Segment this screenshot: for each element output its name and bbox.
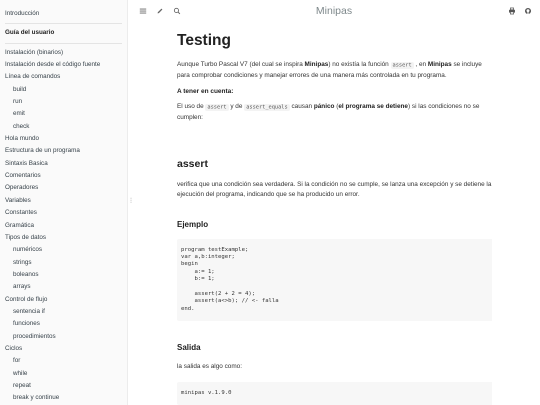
sidebar-item[interactable]: Constantes [0,207,127,219]
sidebar-item[interactable]: build [0,84,127,96]
note-text-2: y de [228,103,245,111]
sidebar-divider [5,23,122,25]
sidebar-item[interactable]: emit [0,108,127,120]
sidebar-item[interactable]: Gramática [0,220,127,232]
github-icon [524,7,532,15]
note-bold-2: el programa se detiene [338,103,408,111]
main-content: Testing Aunque Turbo Pascal V7 (del cual… [177,30,492,405]
note-paragraph: El uso de assert y de assert_equals caus… [177,102,492,122]
sidebar-item[interactable]: repeat [0,380,127,392]
sidebar-item[interactable]: check [0,121,127,133]
print-icon [509,7,515,15]
sidebar-item[interactable]: for [0,355,127,367]
sidebar-item[interactable]: while [0,368,127,380]
intro-code-assert: assert [390,61,414,69]
note-bold-1: pánico [313,103,335,111]
note-text-1: El uso de [177,103,206,111]
sidebar-item[interactable]: procedimientos [0,331,127,343]
sidebar-item[interactable]: Variables [0,195,127,207]
sidebar-item[interactable]: numéricos [0,244,127,256]
sidebar-item[interactable]: Instalación (binarios) [0,47,127,59]
sidebar-item[interactable]: sentencia if [0,306,127,318]
sidebar-item[interactable]: Operadores [0,182,127,194]
note-heading: A tener en cuenta: [177,88,234,96]
intro-bold-1: Minipas [304,61,329,68]
sidebar-item[interactable]: Introducción [0,8,127,20]
sidebar-divider [5,42,122,44]
sidebar-item[interactable]: Tipos de datos [0,232,127,244]
output-description: la salida es algo como: [177,363,243,371]
book-title: Minipas [315,5,353,17]
sidebar-item[interactable]: boleanos [0,269,127,281]
output-code-block: minipas v.1.9.0 [177,381,492,405]
header-bar: Minipas [128,0,540,22]
example-heading: Ejemplo [177,219,209,229]
sidebar-item[interactable]: Control de flujo [0,294,127,306]
sidebar-item[interactable]: Hola mundo [0,133,127,145]
intro-bold-2: Minipas [427,61,452,68]
github-link[interactable] [521,4,535,18]
output-heading: Salida [177,343,201,353]
sidebar-item[interactable]: arrays [0,281,127,293]
example-code-block: program testExample; var a,b:integer; be… [177,238,492,322]
intro-text-2: ) no existía la función [328,61,391,68]
assert-description: verifica que una condición sea verdadera… [177,181,492,198]
note-code-assert: assert [205,103,229,111]
sidebar-item[interactable]: Sintaxis Basica [0,158,127,170]
sidebar-item[interactable]: Ciclos [0,343,127,355]
assert-heading: assert [177,158,208,171]
sidebar-list: Introducción Guía del usuario Instalación … [0,0,127,405]
page-title: Testing [177,32,231,49]
sidebar: Introducción Guía del usuario Instalación … [0,0,128,405]
sidebar-item[interactable]: run [0,96,127,108]
intro-text-1: Aunque Turbo Pascal V7 (del cual se insp… [177,61,305,68]
sidebar-item[interactable]: Estructura de un programa [0,145,127,157]
intro-text-3: , en [413,61,428,68]
print-button[interactable] [505,4,519,18]
sidebar-item[interactable]: Instalación desde el código fuente [0,59,127,71]
sidebar-item[interactable]: Comentarios [0,170,127,182]
sidebar-item[interactable]: funciones [0,318,127,330]
note-code-assert-equals: assert_equals [244,103,290,111]
note-text-3: causan [289,103,314,111]
sidebar-item[interactable]: Línea de comandos [0,71,127,83]
sidebar-item[interactable]: strings [0,257,127,269]
intro-paragraph: Aunque Turbo Pascal V7 (del cual se insp… [177,60,492,80]
sidebar-resize-handle[interactable]: ⁝ [128,196,134,205]
sidebar-item[interactable]: Guía del usuario [0,27,127,39]
sidebar-item[interactable]: break y continue [0,392,127,404]
